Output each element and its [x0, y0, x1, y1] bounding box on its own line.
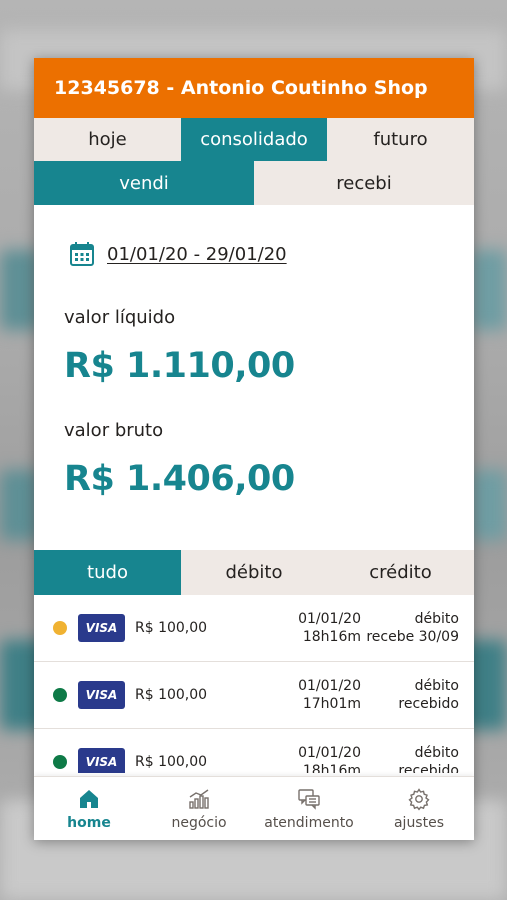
bottom-nav: home negócio atendimento ajustes — [34, 776, 474, 840]
transaction-status: débito recebido — [361, 677, 459, 713]
tab-recebi[interactable]: recebi — [254, 161, 474, 205]
nav-ajustes[interactable]: ajustes — [364, 777, 474, 840]
filter-tabs: tudo débito crédito — [34, 550, 474, 595]
visa-card-icon: VISA — [78, 681, 125, 709]
nav-negocio[interactable]: negócio — [144, 777, 254, 840]
type-tabs: vendi recebi — [34, 161, 474, 205]
calendar-icon — [70, 242, 94, 266]
transaction-time: 18h16m — [302, 629, 361, 645]
transaction-list: VISA R$ 100,00 01/01/20 18h16m débito re… — [34, 595, 474, 773]
nav-atendimento-label: atendimento — [264, 814, 354, 831]
nav-home[interactable]: home — [34, 777, 144, 840]
status-dot — [53, 621, 67, 635]
nav-negocio-label: negócio — [171, 814, 227, 831]
tab-consolidado[interactable]: consolidado — [181, 118, 327, 161]
status-dot — [53, 755, 67, 769]
summary-section: 01/01/20 - 29/01/20 valor líquido R$ 1.1… — [34, 205, 474, 550]
visa-card-icon: VISA — [78, 748, 125, 773]
period-tabs: hoje consolidado futuro — [34, 118, 474, 161]
transaction-time: 18h16m — [302, 763, 361, 773]
tab-tudo[interactable]: tudo — [34, 550, 181, 595]
transaction-status: débito recebido — [361, 744, 459, 773]
nav-atendimento[interactable]: atendimento — [254, 777, 364, 840]
home-icon — [80, 789, 98, 808]
transaction-type: débito — [414, 745, 459, 761]
transaction-row[interactable]: VISA R$ 100,00 01/01/20 17h01m débito re… — [34, 662, 474, 729]
transaction-type: débito — [414, 678, 459, 694]
transaction-status: débito recebe 30/09 — [361, 610, 459, 646]
visa-card-icon: VISA — [78, 614, 125, 642]
transaction-datetime: 01/01/20 18h16m — [243, 610, 361, 646]
transaction-datetime: 01/01/20 17h01m — [243, 677, 361, 713]
chat-icon — [298, 788, 320, 810]
merchant-header: 12345678 - Antonio Coutinho Shop — [34, 58, 474, 118]
tab-futuro[interactable]: futuro — [327, 118, 474, 161]
tab-hoje[interactable]: hoje — [34, 118, 181, 161]
transaction-row[interactable]: VISA R$ 100,00 01/01/20 18h16m débito re… — [34, 729, 474, 773]
nav-ajustes-label: ajustes — [393, 814, 445, 831]
status-dot — [53, 688, 67, 702]
chart-icon — [189, 788, 209, 809]
transaction-receipt-status: recebe 30/09 — [366, 629, 459, 645]
transaction-date: 01/01/20 — [298, 678, 361, 694]
tab-vendi[interactable]: vendi — [34, 161, 254, 205]
transaction-datetime: 01/01/20 18h16m — [243, 744, 361, 773]
transaction-row[interactable]: VISA R$ 100,00 01/01/20 18h16m débito re… — [34, 595, 474, 662]
tab-credito[interactable]: crédito — [327, 550, 474, 595]
nav-home-label: home — [67, 814, 111, 831]
transaction-type: débito — [414, 611, 459, 627]
gross-value-amount: R$ 1.406,00 — [64, 459, 295, 499]
gross-value-label: valor bruto — [64, 420, 164, 441]
transaction-date: 01/01/20 — [298, 611, 361, 627]
net-value-amount: R$ 1.110,00 — [64, 346, 295, 386]
tab-debito[interactable]: débito — [181, 550, 327, 595]
transaction-receipt-status: recebido — [398, 696, 459, 712]
transaction-date: 01/01/20 — [298, 745, 361, 761]
app-panel: 12345678 - Antonio Coutinho Shop hoje co… — [34, 58, 474, 840]
transaction-time: 17h01m — [302, 696, 361, 712]
date-range-link[interactable]: 01/01/20 - 29/01/20 — [107, 244, 287, 265]
net-value-label: valor líquido — [64, 307, 176, 328]
transaction-value: R$ 100,00 — [135, 687, 208, 703]
transaction-value: R$ 100,00 — [135, 754, 208, 770]
transaction-value: R$ 100,00 — [135, 620, 208, 636]
date-range-picker[interactable]: 01/01/20 - 29/01/20 — [64, 241, 474, 267]
gear-icon — [408, 787, 430, 811]
transaction-receipt-status: recebido — [398, 763, 459, 773]
merchant-title: 12345678 - Antonio Coutinho Shop — [54, 77, 428, 99]
